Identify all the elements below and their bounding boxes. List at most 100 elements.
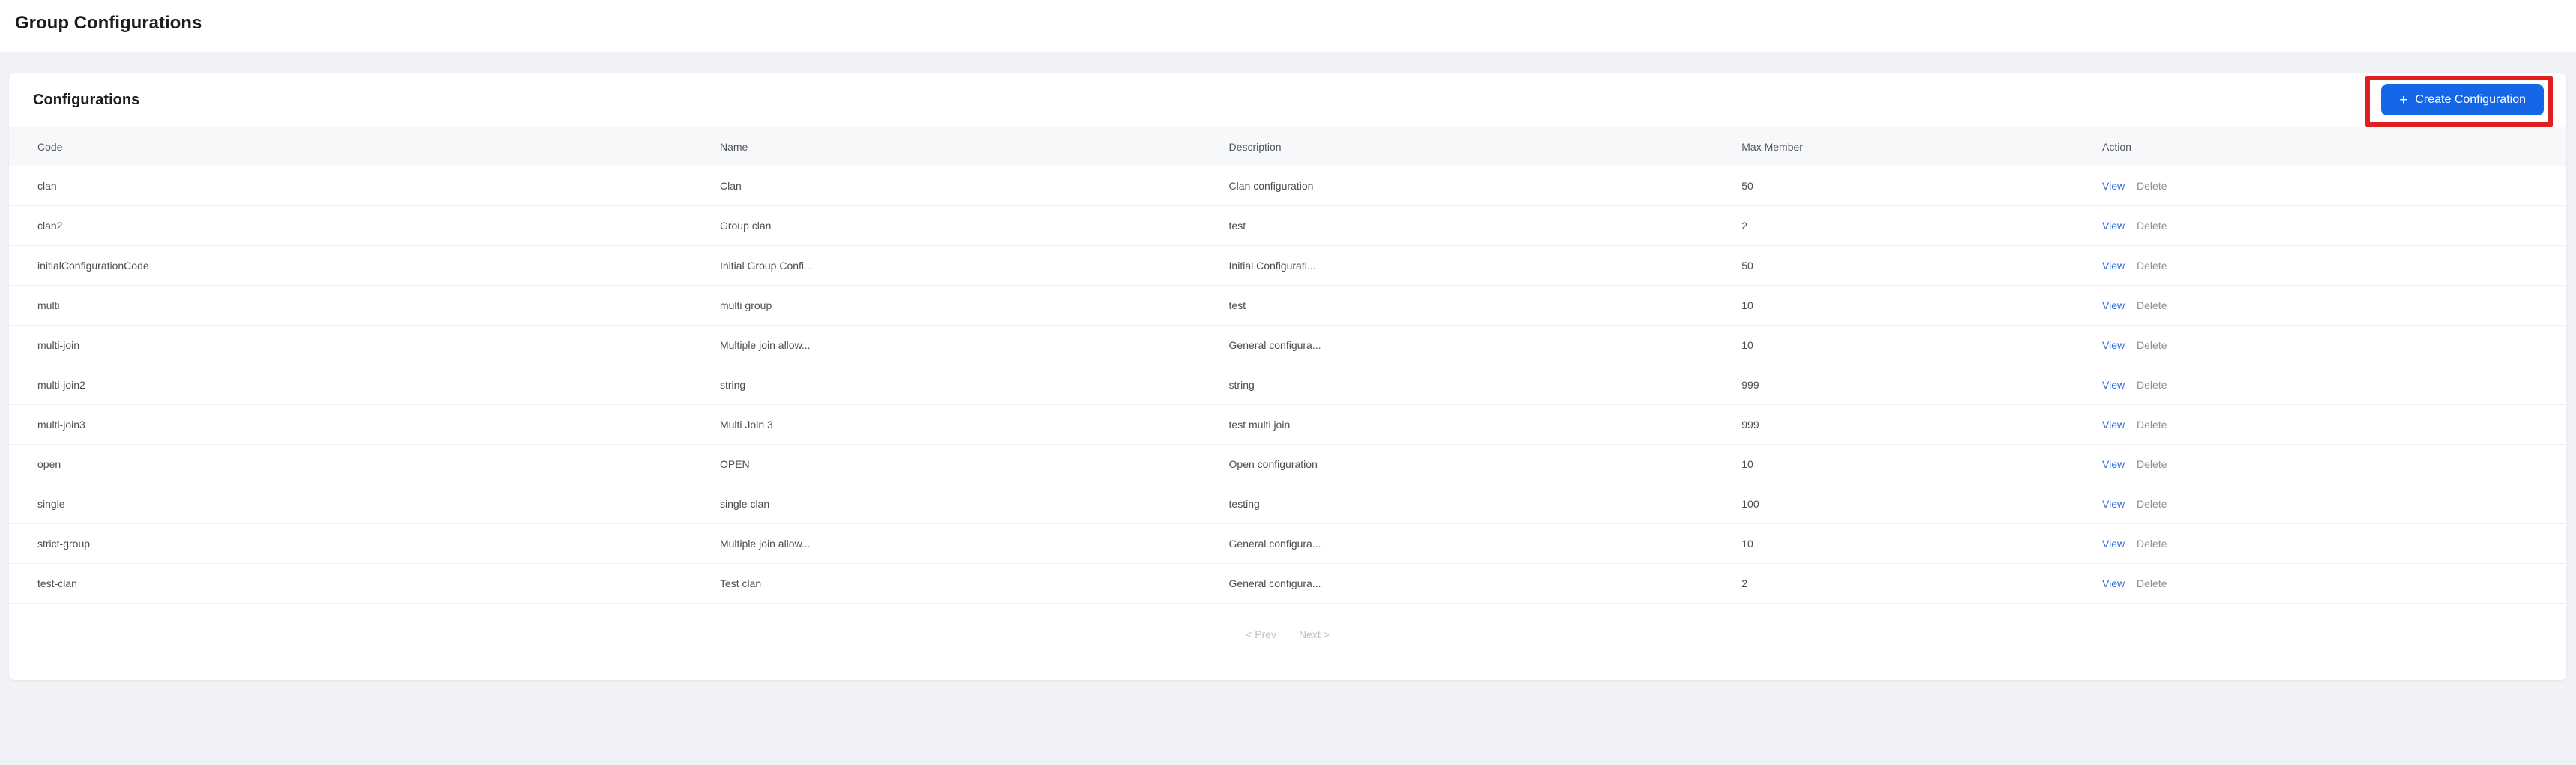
delete-link[interactable]: Delete [2137,379,2167,391]
cell-name: multi group [719,285,1229,326]
cell-name: Test clan [719,563,1229,604]
cell-description: General configura... [1228,325,1742,365]
cell-code: multi-join2 [9,364,720,405]
cell-code: multi-join3 [9,404,720,445]
cell-name: Multiple join allow... [719,325,1229,365]
cell-action: View Delete [2102,166,2566,206]
view-link[interactable]: View [2102,339,2125,351]
delete-link[interactable]: Delete [2137,339,2167,351]
view-link[interactable]: View [2102,578,2125,590]
view-link[interactable]: View [2102,299,2125,311]
cell-code: multi-join [9,325,720,365]
cell-name: string [719,364,1229,405]
delete-link[interactable]: Delete [2137,538,2167,550]
table-row: test-clan Test clan General configura...… [9,563,2566,604]
cell-action: View Delete [2102,364,2566,405]
table-row: multi-join2 string string 999 View Delet… [9,364,2566,405]
delete-link[interactable]: Delete [2137,299,2167,311]
configurations-card: Configurations + Create Configuration Co… [9,73,2566,680]
cell-max-member: 10 [1741,325,2103,365]
create-configuration-button[interactable]: + Create Configuration [2381,84,2544,116]
cell-name: Multiple join allow... [719,524,1229,564]
column-header-description: Description [1228,127,1742,166]
cell-code: clan [9,166,720,206]
table-row: strict-group Multiple join allow... Gene… [9,524,2566,564]
column-header-name: Name [719,127,1229,166]
cell-max-member: 10 [1741,285,2103,326]
table-row: initialConfigurationCode Initial Group C… [9,245,2566,286]
cell-code: open [9,444,720,484]
cell-description: General configura... [1228,563,1742,604]
table-row: single single clan testing 100 View Dele… [9,484,2566,524]
table-header: Code Name Description Max Member Action [9,127,2566,166]
cell-code: initialConfigurationCode [9,245,720,286]
cell-action: View Delete [2102,285,2566,326]
pagination-prev-button[interactable]: < Prev [1246,628,1276,640]
cell-action: View Delete [2102,245,2566,286]
cell-description: General configura... [1228,524,1742,564]
view-link[interactable]: View [2102,180,2125,192]
cell-max-member: 999 [1741,364,2103,405]
cell-max-member: 10 [1741,524,2103,564]
card-header: Configurations + Create Configuration [9,73,2566,127]
cell-action: View Delete [2102,325,2566,365]
table-body: clan Clan Clan configuration 50 View Del… [9,166,2566,604]
cell-code: single [9,484,720,524]
delete-link[interactable]: Delete [2137,498,2167,510]
create-configuration-label: Create Configuration [2415,93,2526,106]
view-link[interactable]: View [2102,538,2125,550]
view-link[interactable]: View [2102,379,2125,391]
cell-code: test-clan [9,563,720,604]
cell-description: testing [1228,484,1742,524]
cell-name: single clan [719,484,1229,524]
table-row: open OPEN Open configuration 10 View Del… [9,444,2566,484]
cell-description: test [1228,206,1742,246]
view-link[interactable]: View [2102,498,2125,510]
column-header-code: Code [9,127,720,166]
cell-code: clan2 [9,206,720,246]
cell-max-member: 10 [1741,444,2103,484]
table-row: multi-join Multiple join allow... Genera… [9,325,2566,365]
cell-action: View Delete [2102,484,2566,524]
cell-name: Initial Group Confi... [719,245,1229,286]
top-bar: Group Configurations [0,0,2576,52]
cell-name: OPEN [719,444,1229,484]
delete-link[interactable]: Delete [2137,260,2167,272]
cell-code: strict-group [9,524,720,564]
pagination: < Prev Next > [9,604,2566,678]
cell-description: Open configuration [1228,444,1742,484]
configurations-table: Code Name Description Max Member Action … [9,127,2566,604]
table-row: clan Clan Clan configuration 50 View Del… [9,166,2566,206]
table-row: multi-join3 Multi Join 3 test multi join… [9,404,2566,445]
cell-description: test multi join [1228,404,1742,445]
delete-link[interactable]: Delete [2137,180,2167,192]
view-link[interactable]: View [2102,260,2125,272]
cell-description: test [1228,285,1742,326]
pagination-next-button[interactable]: Next > [1299,628,1330,640]
table-row: clan2 Group clan test 2 View Delete [9,206,2566,246]
cell-max-member: 100 [1741,484,2103,524]
cell-description: Clan configuration [1228,166,1742,206]
cell-description: Initial Configurati... [1228,245,1742,286]
delete-link[interactable]: Delete [2137,220,2167,232]
view-link[interactable]: View [2102,458,2125,470]
cell-max-member: 999 [1741,404,2103,445]
page-content: Configurations + Create Configuration Co… [0,52,2576,680]
create-configuration-button-wrapper: + Create Configuration [2365,76,2553,127]
cell-name: Group clan [719,206,1229,246]
column-header-max-member: Max Member [1741,127,2103,166]
cell-action: View Delete [2102,404,2566,445]
view-link[interactable]: View [2102,220,2125,232]
delete-link[interactable]: Delete [2137,458,2167,470]
plus-icon: + [2399,92,2408,108]
cell-max-member: 50 [1741,166,2103,206]
view-link[interactable]: View [2102,418,2125,430]
card-title: Configurations [33,91,140,108]
cell-action: View Delete [2102,524,2566,564]
delete-link[interactable]: Delete [2137,418,2167,430]
cell-action: View Delete [2102,563,2566,604]
cell-max-member: 2 [1741,206,2103,246]
cell-max-member: 2 [1741,563,2103,604]
cell-max-member: 50 [1741,245,2103,286]
delete-link[interactable]: Delete [2137,578,2167,590]
